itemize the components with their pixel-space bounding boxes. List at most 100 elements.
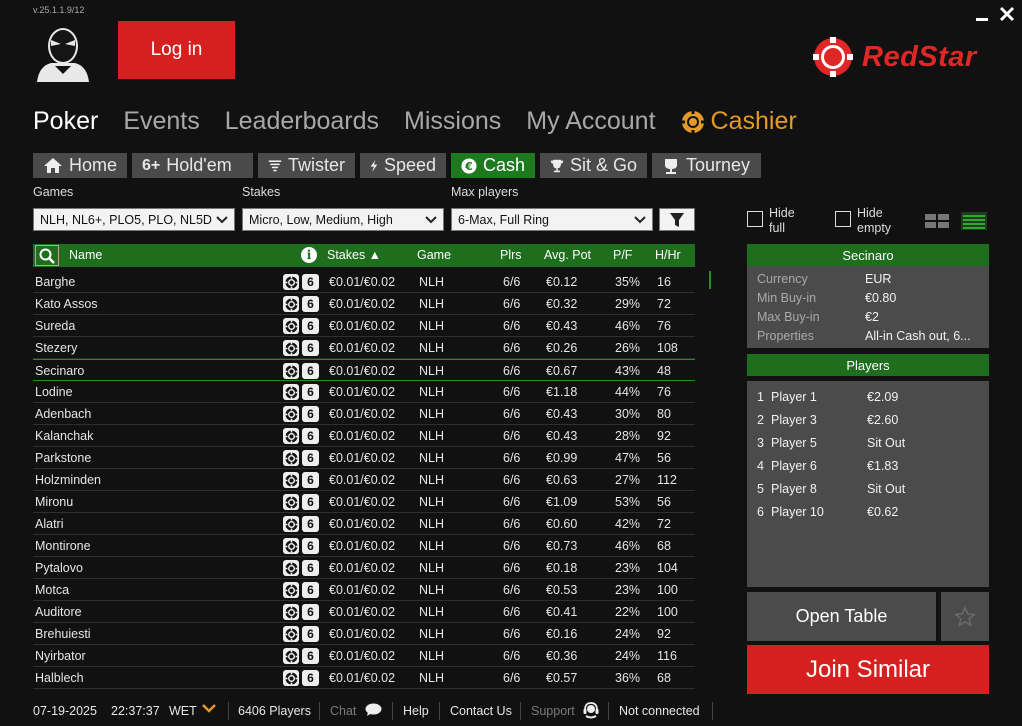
chevron-down-icon: [425, 215, 437, 223]
poker-chip-badge-icon: [283, 428, 299, 444]
cell-game: NLH: [419, 605, 445, 619]
stakes-dropdown[interactable]: Micro, Low, Medium, High: [242, 208, 444, 231]
nav-leaderboards[interactable]: Leaderboards: [225, 107, 379, 136]
table-row[interactable]: Auditore €0.01/€0.02 NLH 6/6 €0.41 22% 100 6: [33, 601, 695, 623]
lobby-table-header: Name i Stakes ▲ Game Plrs Avg. Pot P/F H…: [33, 244, 695, 267]
table-row[interactable]: Sureda €0.01/€0.02 NLH 6/6 €0.43 46% 76 6: [33, 315, 695, 337]
nav-my-account[interactable]: My Account: [526, 107, 655, 136]
table-row[interactable]: Parkstone €0.01/€0.02 NLH 6/6 €0.99 47% 56 6: [33, 447, 695, 469]
nav-cashier-label: Cashier: [710, 107, 797, 135]
poker-chip-badge-icon: [283, 472, 299, 488]
tab-speed[interactable]: Speed: [360, 153, 446, 178]
help-link[interactable]: Help: [403, 704, 429, 718]
detail-key: Currency: [757, 271, 808, 286]
nav-cashier[interactable]: Cashier: [681, 107, 797, 136]
games-dropdown[interactable]: NLH, NL6+, PLO5, PLO, NL5D: [33, 208, 235, 231]
info-icon[interactable]: i: [301, 247, 317, 263]
table-row[interactable]: Pytalovo €0.01/€0.02 NLH 6/6 €0.18 23% 104 6: [33, 557, 695, 579]
filter-button[interactable]: [659, 208, 695, 231]
nav-missions[interactable]: Missions: [404, 107, 501, 136]
hide-full-checkbox[interactable]: Hide full: [747, 206, 795, 236]
table-row[interactable]: Mironu €0.01/€0.02 NLH 6/6 €1.09 53% 56 6: [33, 491, 695, 513]
join-similar-button[interactable]: Join Similar: [747, 645, 989, 694]
support-icon[interactable]: [582, 701, 600, 722]
cell-avg-pot: €0.16: [546, 627, 578, 641]
close-button[interactable]: [999, 6, 1015, 27]
minimize-button[interactable]: [975, 6, 989, 27]
table-row[interactable]: Adenbach €0.01/€0.02 NLH 6/6 €0.43 30% 80 6: [33, 403, 695, 425]
chat-icon[interactable]: [365, 703, 382, 720]
six-max-badge: 6: [302, 340, 319, 356]
col-stakes[interactable]: Stakes ▲: [327, 248, 381, 262]
table-row[interactable]: Alatri €0.01/€0.02 NLH 6/6 €0.60 42% 72 6: [33, 513, 695, 535]
cell-hands-per-hour: 104: [657, 561, 678, 575]
six-max-badge: 6: [302, 538, 319, 554]
cell-avg-pot: €0.99: [546, 451, 578, 465]
col-pf[interactable]: P/F: [613, 248, 632, 262]
cell-hands-per-hour: 92: [657, 429, 671, 443]
tab-sit-and-go[interactable]: Sit & Go: [540, 153, 647, 178]
cell-players: 6/6: [503, 561, 521, 575]
six-max-badge: 6: [302, 472, 319, 488]
chat-bubble-icon: [365, 703, 382, 716]
support-link[interactable]: Support: [531, 704, 575, 718]
chip-icon: [681, 110, 704, 133]
tab-home[interactable]: Home: [33, 153, 127, 178]
cell-players: 6/6: [503, 407, 521, 421]
col-name[interactable]: Name: [69, 248, 102, 262]
table-row[interactable]: Barghe €0.01/€0.02 NLH 6/6 €0.12 35% 16 6: [33, 271, 695, 293]
sub-tabs: Home 6+ Hold'em Twister Speed € Cash Sit…: [33, 153, 761, 178]
table-row[interactable]: Secinaro €0.01/€0.02 NLH 6/6 €0.67 43% 48 6: [33, 359, 695, 381]
euro-icon: €: [461, 157, 477, 174]
search-button[interactable]: [35, 245, 59, 266]
list-view-button[interactable]: [960, 211, 988, 231]
cell-avg-pot: €1.18: [546, 385, 578, 399]
open-table-button[interactable]: Open Table: [747, 592, 936, 641]
table-row[interactable]: Kato Assos €0.01/€0.02 NLH 6/6 €0.32 29% 72 6: [33, 293, 695, 315]
cell-stakes: €0.01/€0.02: [329, 407, 396, 421]
cell-hands-per-hour: 108: [657, 341, 678, 355]
tab-tourney[interactable]: Tourney: [652, 153, 761, 178]
hide-empty-checkbox[interactable]: Hide empty: [835, 206, 891, 236]
col-avg-pot[interactable]: Avg. Pot: [544, 248, 591, 262]
star-icon: [954, 605, 976, 627]
table-row[interactable]: Holzminden €0.01/€0.02 NLH 6/6 €0.63 27% 112 6: [33, 469, 695, 491]
cell-avg-pot: €0.43: [546, 407, 578, 421]
table-row[interactable]: Brehuiesti €0.01/€0.02 NLH 6/6 €0.16 24% 92 6: [33, 623, 695, 645]
tab-holdem[interactable]: 6+ Hold'em: [132, 153, 253, 178]
nav-events[interactable]: Events: [123, 107, 199, 136]
table-row[interactable]: Kalanchak €0.01/€0.02 NLH 6/6 €0.43 28% 92 6: [33, 425, 695, 447]
cell-players: 6/6: [503, 275, 521, 289]
scrollbar-thumb[interactable]: [709, 271, 711, 289]
player-seat: 2: [757, 412, 764, 427]
cell-game: NLH: [419, 627, 445, 641]
table-row[interactable]: Nyirbator €0.01/€0.02 NLH 6/6 €0.36 24% 116 6: [33, 645, 695, 667]
grid-view-button[interactable]: [923, 211, 951, 231]
player-row: 1 Player 1 €2.09: [757, 385, 979, 408]
table-row[interactable]: Motca €0.01/€0.02 NLH 6/6 €0.53 23% 100 6: [33, 579, 695, 601]
login-button[interactable]: Log in: [118, 21, 235, 79]
hide-full-box[interactable]: [747, 211, 763, 227]
col-players[interactable]: Plrs: [500, 248, 522, 262]
col-game[interactable]: Game: [417, 248, 451, 262]
nav-poker[interactable]: Poker: [33, 107, 98, 136]
contact-us-link[interactable]: Contact Us: [450, 704, 512, 718]
table-row[interactable]: Lodine €0.01/€0.02 NLH 6/6 €1.18 44% 76 6: [33, 381, 695, 403]
avatar[interactable]: [33, 22, 93, 82]
tab-cash[interactable]: € Cash: [451, 153, 535, 178]
cell-avg-pot: €1.09: [546, 495, 578, 509]
cell-game: NLH: [419, 671, 445, 685]
six-max-badge: 6: [302, 384, 319, 400]
table-row[interactable]: Montirone €0.01/€0.02 NLH 6/6 €0.73 46% 68 6: [33, 535, 695, 557]
hide-empty-box[interactable]: [835, 211, 851, 227]
timezone-dropdown[interactable]: [201, 703, 217, 718]
tab-twister[interactable]: Twister: [258, 153, 355, 178]
cell-name: Barghe: [35, 275, 76, 289]
chat-link[interactable]: Chat: [330, 704, 356, 718]
table-row[interactable]: Halblech €0.01/€0.02 NLH 6/6 €0.57 36% 68 6: [33, 667, 695, 689]
max-players-dropdown[interactable]: 6-Max, Full Ring: [451, 208, 653, 231]
col-hands-per-hour[interactable]: H/Hr: [655, 248, 681, 262]
table-row[interactable]: Stezery €0.01/€0.02 NLH 6/6 €0.26 26% 108 6: [33, 337, 695, 359]
cell-pf: 24%: [615, 627, 641, 641]
favorite-button[interactable]: [941, 592, 989, 641]
